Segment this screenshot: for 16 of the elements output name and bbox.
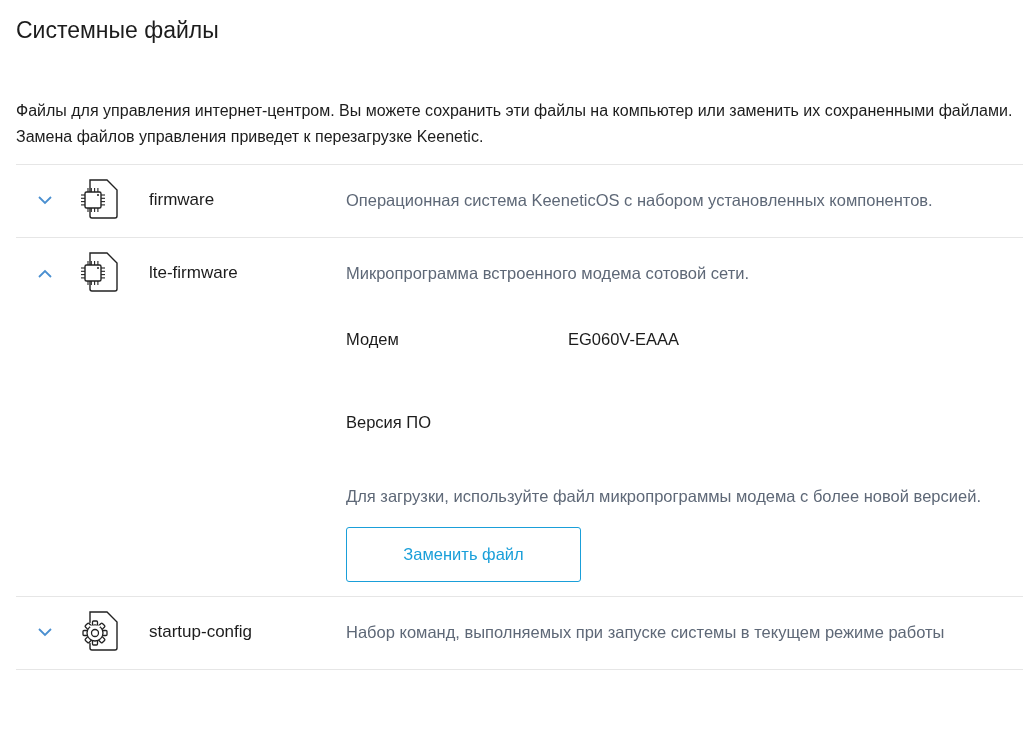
field-value: EG060V-EAAA — [568, 329, 679, 350]
file-description: Микропрограмма встроенного модема сотовой сети. — [346, 263, 751, 284]
replace-file-button[interactable]: Заменить файл — [346, 527, 581, 582]
upload-note: Для загрузки, используйте файл микропрограммы модема с более новой версией. — [346, 486, 982, 507]
gear-file-icon — [80, 611, 120, 651]
chip-file-icon — [80, 252, 120, 292]
page-title: Системные файлы — [16, 16, 220, 45]
chip-file-icon — [80, 179, 120, 219]
file-name: lte-firmware — [149, 262, 239, 284]
field-label: Модем — [346, 329, 400, 350]
file-name: firmware — [149, 189, 216, 211]
file-description: Операционная система KeeneticOS с набором установленных компонентов. — [346, 190, 934, 211]
file-description: Набор команд, выполняемых при запуске системы в текущем режиме работы — [346, 622, 946, 643]
field-label: Версия ПО — [346, 412, 433, 433]
intro-text: Файлы для управления интернет-центром. Вы можете сохранить эти файлы на компьютер или заменить их сохраненными файлами. Замена файлов управления приведет к перезагрузке Keenetic. — [16, 101, 1014, 147]
file-name: startup-config — [149, 621, 253, 643]
